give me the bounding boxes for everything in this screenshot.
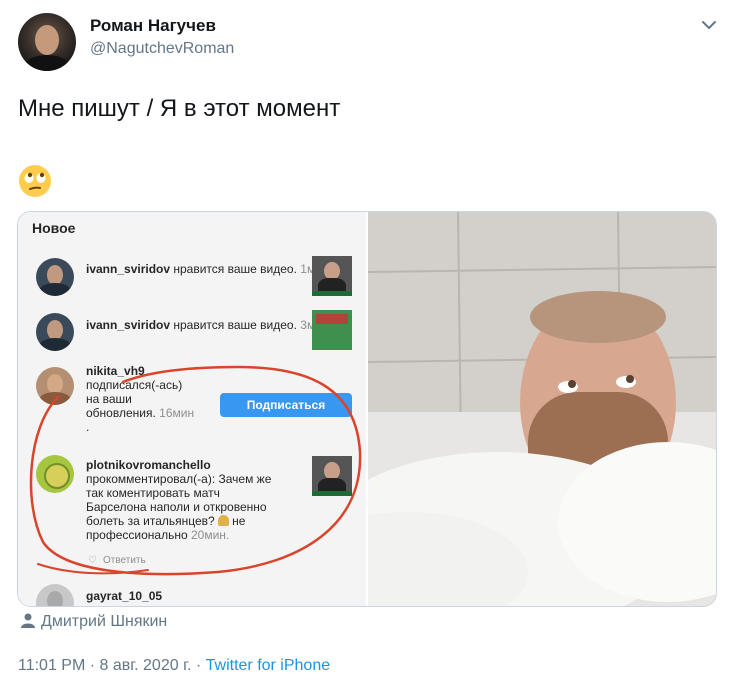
ig-notification-line: на ваши (86, 392, 132, 406)
ig-notification-line: обновления. (86, 406, 156, 420)
ig-notification-line: прокомментировал(-а): Зачем же (86, 472, 272, 486)
ig-username: nikita_vh9 (86, 364, 145, 378)
ig-notification-line: Барселона наполи и откровенно (86, 500, 267, 514)
ig-username: plotnikovromanchello (86, 458, 211, 472)
ig-notification-line: болеть за итальянцев? (86, 514, 215, 528)
author-handle[interactable]: @NagutchevRoman (90, 40, 234, 58)
footer-separator: · (85, 657, 100, 674)
ig-notification-line: профессионально (86, 528, 188, 542)
ig-username: gayrat_10_05 (86, 589, 163, 603)
ig-notification: nikita_vh9 подписался(-ась) на ваши обно… (86, 364, 194, 434)
ig-time: 16мин (159, 406, 195, 420)
chevron-down-icon[interactable] (698, 14, 720, 36)
tweet-date[interactable]: 8 авг. 2020 г. (100, 657, 192, 674)
ig-notification: gayrat_10_05 (86, 589, 162, 603)
tweet-source-link[interactable]: Twitter for iPhone (206, 657, 331, 674)
author-name[interactable]: Роман Нагучев (90, 16, 216, 36)
ig-reply-row[interactable]: ♡ Ответить (88, 555, 146, 566)
rolling-eyes-emoji-icon (19, 165, 51, 197)
ig-time: 20мин. (190, 528, 230, 542)
ig-avatar (36, 367, 74, 405)
follow-button[interactable]: Подписаться (220, 393, 352, 417)
photo-credit-name[interactable]: Дмитрий Шнякин (41, 613, 167, 630)
ig-notification-line: подписался(-ась) (86, 378, 183, 392)
ig-notification-text: нравится ваше видео. (170, 318, 297, 332)
ig-dot: . (86, 420, 90, 434)
ig-notification: ivann_sviridov нравится ваше видео. 3мин… (86, 318, 332, 332)
ig-username: ivann_sviridov (86, 318, 171, 332)
ig-notification-line: не (228, 514, 246, 528)
ig-post-thumbnail (312, 256, 352, 296)
ig-avatar (36, 455, 74, 493)
ig-post-thumbnail (312, 456, 352, 496)
heart-icon[interactable]: ♡ (88, 555, 97, 566)
ig-notification: plotnikovromanchello прокомментировал(-а… (86, 458, 271, 542)
ig-avatar (36, 313, 74, 351)
ig-notification-line: так коментировать матч (86, 486, 220, 500)
ig-avatar (36, 584, 74, 606)
person-emoji-icon (217, 515, 229, 526)
author-avatar[interactable] (18, 13, 76, 71)
avatar-face (35, 25, 59, 55)
ig-post-thumbnail (312, 310, 352, 350)
bath-photo-illustration (368, 212, 716, 606)
tweet-time[interactable]: 11:01 PM (18, 657, 85, 674)
ig-section-title: Новое (32, 220, 76, 236)
tweet-text: Мне пишут / Я в этот момент (18, 95, 341, 122)
photo-credit[interactable]: Дмитрий Шнякин (21, 613, 167, 631)
instagram-screenshot[interactable]: Новое ivann_sviridov нравится ваше видео… (18, 212, 366, 606)
ig-username: ivann_sviridov (86, 262, 171, 276)
avatar-shirt (24, 55, 70, 71)
tweet-footer: 11:01 PM · 8 авг. 2020 г. · Twitter for … (18, 657, 330, 675)
ig-reply-label[interactable]: Ответить (103, 555, 146, 566)
tweet-media[interactable]: Новое ivann_sviridov нравится ваше видео… (17, 211, 717, 607)
footer-separator: · (191, 657, 206, 674)
bath-photo[interactable] (368, 212, 716, 606)
ig-notification: ivann_sviridov нравится ваше видео. 1мин… (86, 262, 332, 276)
person-icon (21, 613, 35, 628)
ig-avatar (36, 258, 74, 296)
ig-notification-text: нравится ваше видео. (170, 262, 297, 276)
